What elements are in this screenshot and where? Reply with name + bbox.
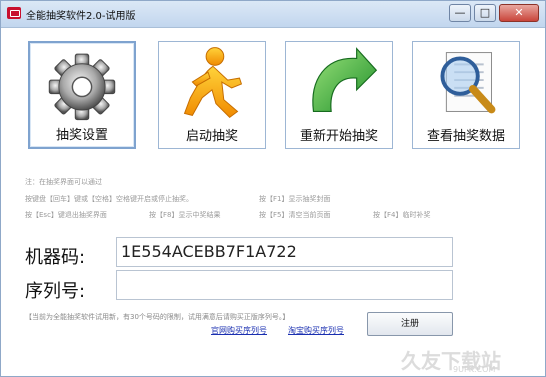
machine-code-label: 机器码: xyxy=(25,247,86,268)
machine-code-field[interactable]: 1E554ACEBB7F1A722 xyxy=(116,237,453,267)
hint-makeup: 按【F4】临时补奖 xyxy=(373,211,431,219)
start-lottery-button[interactable]: 启动抽奖 xyxy=(158,41,266,149)
app-icon xyxy=(7,7,21,19)
title-bar: 全能抽奖软件2.0-试用版 — □ ✕ xyxy=(1,1,545,28)
restart-arrow-icon xyxy=(312,47,378,113)
maximize-button[interactable]: □ xyxy=(474,4,496,22)
gear-icon xyxy=(48,53,116,121)
official-buy-link[interactable]: 官网购买序列号 xyxy=(211,325,267,336)
taobao-buy-link[interactable]: 淘宝购买序列号 xyxy=(288,325,344,336)
view-lottery-data-button[interactable]: 查看抽奖数据 xyxy=(412,41,520,149)
hint-exit: 按【Esc】键退出抽奖界面 xyxy=(25,211,107,219)
window-controls: — □ ✕ xyxy=(446,4,539,22)
serial-number-input[interactable] xyxy=(116,270,453,300)
restart-lottery-button[interactable]: 重新开始抽奖 xyxy=(285,41,393,149)
tile-label: 启动抽奖 xyxy=(185,129,238,144)
maximize-icon: □ xyxy=(479,6,491,19)
window-title: 全能抽奖软件2.0-试用版 xyxy=(26,11,136,22)
close-icon: ✕ xyxy=(514,6,524,19)
hint-results: 按【F8】显示中奖结果 xyxy=(149,211,221,219)
lottery-settings-button[interactable]: 抽奖设置 xyxy=(28,41,136,149)
hint-start-stop: 按键盘【回车】键或【空格】空格键开启或停止抽奖。 xyxy=(25,195,193,203)
magnifier-document-icon xyxy=(440,52,496,114)
watermark-url: 9UPK.COM xyxy=(453,365,496,374)
hint-intro: 注：在抽奖界面可以通过 xyxy=(25,178,102,186)
running-man-icon xyxy=(183,47,243,118)
register-button[interactable]: 注册 xyxy=(367,312,453,336)
tile-label: 查看抽奖数据 xyxy=(426,129,505,144)
close-button[interactable]: ✕ xyxy=(499,4,539,22)
hint-clear: 按【F5】清空当前页面 xyxy=(259,211,331,219)
hint-cover: 按【F1】显示抽奖封面 xyxy=(259,195,331,203)
tile-label: 抽奖设置 xyxy=(55,128,108,143)
tile-label: 重新开始抽奖 xyxy=(299,129,378,144)
serial-number-label: 序列号: xyxy=(25,281,86,302)
minimize-button[interactable]: — xyxy=(449,4,471,22)
main-window: 全能抽奖软件2.0-试用版 — □ ✕ 抽奖设置 启动抽奖 重新开始抽奖 查看抽… xyxy=(0,0,546,377)
minimize-icon: — xyxy=(454,6,466,19)
trial-notice: 【当前为全能抽奖软件试用新，有30个号码的限制，试用满意后请购买正版序列号。】 xyxy=(25,313,290,321)
